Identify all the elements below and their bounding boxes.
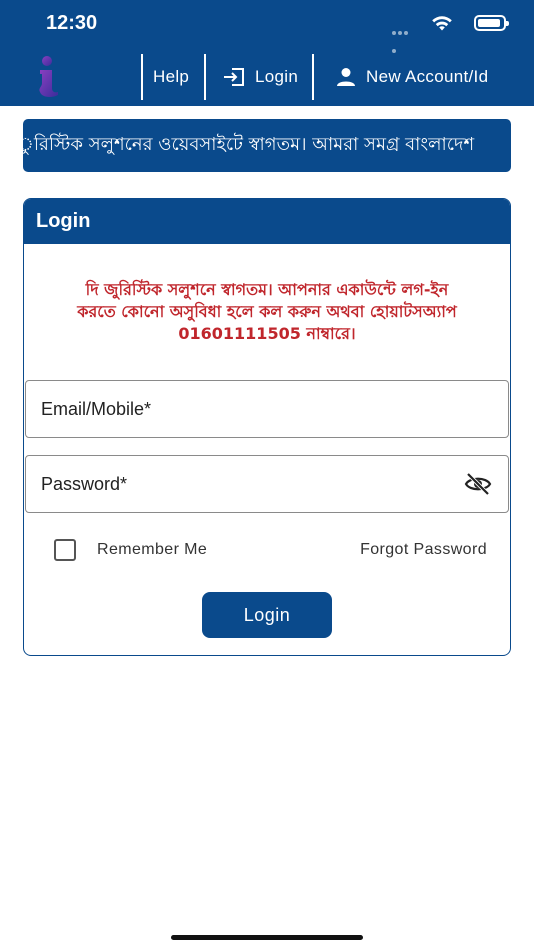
nav-new-account-label: New Account/Id bbox=[366, 67, 489, 86]
nav-login-button[interactable]: Login bbox=[223, 60, 298, 94]
login-button[interactable]: Login bbox=[202, 592, 332, 638]
forgot-password-link[interactable]: Forgot Password bbox=[360, 541, 487, 559]
home-indicator[interactable] bbox=[171, 935, 363, 940]
eye-off-icon[interactable] bbox=[464, 472, 492, 496]
nav-help-button[interactable]: Help bbox=[153, 60, 189, 94]
nav-divider bbox=[141, 54, 143, 100]
welcome-line: 01601111505 নাম্বারে। bbox=[178, 324, 356, 343]
nav-login-label: Login bbox=[255, 67, 299, 86]
login-card: Login দি জুরিস্টিক সলুশনে স্বাগতম। আপনার… bbox=[23, 198, 511, 656]
nav-divider bbox=[312, 54, 314, 100]
brand-logo-icon[interactable] bbox=[28, 54, 64, 98]
remember-checkbox[interactable] bbox=[54, 539, 76, 561]
wifi-icon bbox=[432, 16, 452, 31]
welcome-line: করতে কোনো অসুবিধা হলে কল করুন অথবা হোয়া… bbox=[77, 302, 457, 321]
nav-divider bbox=[204, 54, 206, 100]
remember-me[interactable]: Remember Me bbox=[54, 539, 207, 561]
login-card-title: Login bbox=[24, 199, 510, 244]
welcome-message: দি জুরিস্টিক সলুশনে স্বাগতম। আপনার একাউন… bbox=[36, 279, 498, 345]
signal-icon bbox=[392, 22, 414, 53]
app-header: 12:30 Help Login New Account/Id bbox=[0, 0, 534, 106]
login-icon bbox=[224, 68, 244, 86]
status-time: 12:30 bbox=[46, 12, 98, 34]
marquee-text: ুরিস্টিক সলুশনের ওয়েবসাইটে স্বাগতম। আমর… bbox=[23, 134, 475, 155]
person-icon bbox=[337, 68, 355, 86]
email-placeholder: Email/Mobile* bbox=[41, 398, 152, 419]
welcome-marquee: ুরিস্টিক সলুশনের ওয়েবসাইটে স্বাগতম। আমর… bbox=[23, 119, 511, 172]
nav-help-label: Help bbox=[153, 67, 190, 86]
remember-label: Remember Me bbox=[97, 541, 208, 558]
welcome-line: দি জুরিস্টিক সলুশনে স্বাগতম। আপনার একাউন… bbox=[85, 280, 449, 299]
email-field[interactable]: Email/Mobile* bbox=[25, 380, 509, 438]
nav-new-account-button[interactable]: New Account/Id bbox=[336, 60, 488, 94]
battery-icon bbox=[474, 15, 509, 31]
password-placeholder: Password* bbox=[41, 473, 128, 494]
password-field[interactable]: Password* bbox=[25, 455, 509, 513]
